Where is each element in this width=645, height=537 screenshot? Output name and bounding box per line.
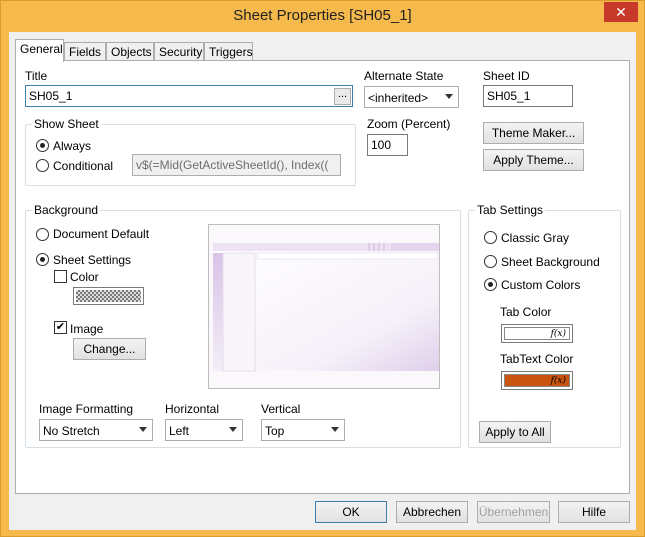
fx-icon: f(x) bbox=[550, 329, 566, 339]
cancel-button[interactable]: Abbrechen bbox=[396, 501, 468, 523]
sheet-background-radio[interactable] bbox=[484, 255, 497, 268]
color-checkbox[interactable] bbox=[54, 270, 67, 283]
zoom-value: 100 bbox=[371, 138, 392, 152]
title-input-value: SH05_1 bbox=[29, 89, 73, 103]
tab-fields[interactable]: Fields bbox=[64, 42, 106, 61]
background-preview-image bbox=[209, 225, 439, 388]
general-panel: Title SH05_1 ... Alternate State <inheri… bbox=[15, 60, 630, 494]
background-group: Background Document Default Sheet Settin… bbox=[25, 203, 461, 448]
classic-gray-label[interactable]: Classic Gray bbox=[501, 231, 569, 245]
tab-settings-title: Tab Settings bbox=[475, 203, 546, 217]
image-formatting-value: No Stretch bbox=[43, 424, 100, 438]
image-formatting-select[interactable]: No Stretch bbox=[39, 419, 153, 441]
tab-security[interactable]: Security bbox=[154, 42, 204, 61]
document-default-label[interactable]: Document Default bbox=[53, 227, 149, 241]
alternate-state-select[interactable]: <inherited> bbox=[364, 86, 459, 108]
vertical-select[interactable]: Top bbox=[261, 419, 345, 441]
alternate-state-label: Alternate State bbox=[364, 69, 444, 83]
sheet-settings-radio[interactable] bbox=[36, 253, 49, 266]
color-label[interactable]: Color bbox=[70, 270, 99, 284]
horizontal-value: Left bbox=[169, 424, 190, 438]
background-title: Background bbox=[32, 203, 101, 217]
dialog-client: General Fields Objects Security Triggers… bbox=[9, 32, 636, 530]
tab-settings-group: Tab Settings Classic Gray Sheet Backgrou… bbox=[468, 203, 621, 448]
fx-icon: f(x) bbox=[550, 376, 566, 386]
close-button[interactable]: ✕ bbox=[604, 2, 638, 22]
document-default-radio[interactable] bbox=[36, 228, 49, 241]
zoom-label: Zoom (Percent) bbox=[367, 117, 451, 131]
zoom-input[interactable]: 100 bbox=[367, 134, 408, 156]
checkmark-icon: ✔ bbox=[55, 321, 66, 333]
dialog-window: Sheet Properties [SH05_1] ✕ General Fiel… bbox=[0, 0, 645, 537]
apply-to-all-button[interactable]: Apply to All bbox=[479, 421, 551, 443]
always-radio[interactable] bbox=[36, 139, 49, 152]
chevron-down-icon bbox=[139, 427, 147, 432]
custom-colors-radio[interactable] bbox=[484, 278, 497, 291]
custom-colors-label[interactable]: Custom Colors bbox=[501, 278, 580, 292]
ok-button[interactable]: OK bbox=[315, 501, 387, 523]
always-label[interactable]: Always bbox=[53, 139, 91, 153]
tab-triggers[interactable]: Triggers bbox=[204, 42, 253, 61]
title-bar[interactable]: Sheet Properties [SH05_1] ✕ bbox=[1, 1, 644, 32]
conditional-expression-input[interactable]: v$(=Mid(GetActiveSheetId(), Index(( bbox=[132, 154, 341, 176]
sheet-background-label[interactable]: Sheet Background bbox=[501, 255, 600, 269]
chevron-down-icon bbox=[331, 427, 339, 432]
sheet-id-label: Sheet ID bbox=[483, 69, 530, 83]
image-checkbox[interactable]: ✔ bbox=[54, 321, 67, 334]
close-icon: ✕ bbox=[615, 4, 627, 20]
alternate-state-value: <inherited> bbox=[368, 91, 429, 105]
pattern-swatch bbox=[76, 290, 141, 302]
tab-objects[interactable]: Objects bbox=[106, 42, 154, 61]
vertical-label: Vertical bbox=[261, 402, 301, 416]
tabtext-color-swatch: f(x) bbox=[504, 374, 570, 387]
title-input[interactable]: SH05_1 bbox=[25, 85, 353, 107]
conditional-label[interactable]: Conditional bbox=[53, 159, 113, 173]
window-title: Sheet Properties [SH05_1] bbox=[233, 7, 412, 24]
change-image-button[interactable]: Change... bbox=[73, 338, 146, 360]
conditional-expression-value: v$(=Mid(GetActiveSheetId(), Index(( bbox=[136, 158, 329, 172]
horizontal-label: Horizontal bbox=[165, 402, 220, 416]
color-swatch-button[interactable] bbox=[73, 287, 144, 305]
apply-button[interactable]: Übernehmen bbox=[477, 501, 550, 523]
show-sheet-group: Show Sheet Always Conditional v$(=Mid(Ge… bbox=[25, 117, 356, 186]
chevron-down-icon bbox=[229, 427, 237, 432]
tab-color-button[interactable]: f(x) bbox=[501, 324, 573, 343]
show-sheet-title: Show Sheet bbox=[32, 117, 101, 131]
conditional-radio[interactable] bbox=[36, 159, 49, 172]
help-button[interactable]: Hilfe bbox=[558, 501, 630, 523]
image-formatting-label: Image Formatting bbox=[39, 402, 134, 416]
title-label: Title bbox=[25, 69, 48, 83]
image-label[interactable]: Image bbox=[70, 322, 103, 336]
background-preview bbox=[208, 224, 440, 389]
tab-color-swatch: f(x) bbox=[504, 327, 570, 340]
horizontal-select[interactable]: Left bbox=[165, 419, 243, 441]
theme-maker-button[interactable]: Theme Maker... bbox=[483, 122, 584, 144]
apply-theme-button[interactable]: Apply Theme... bbox=[483, 149, 584, 171]
tabtext-color-label: TabText Color bbox=[500, 352, 574, 366]
tabtext-color-button[interactable]: f(x) bbox=[501, 371, 573, 390]
classic-gray-radio[interactable] bbox=[484, 231, 497, 244]
tab-color-label: Tab Color bbox=[500, 305, 552, 319]
title-browse-button[interactable]: ... bbox=[334, 88, 351, 105]
sheet-id-input[interactable]: SH05_1 bbox=[483, 85, 573, 107]
tab-general[interactable]: General bbox=[15, 39, 64, 62]
vertical-value: Top bbox=[265, 424, 285, 438]
sheet-settings-label[interactable]: Sheet Settings bbox=[53, 253, 131, 267]
sheet-id-value: SH05_1 bbox=[487, 89, 531, 103]
chevron-down-icon bbox=[445, 94, 453, 99]
